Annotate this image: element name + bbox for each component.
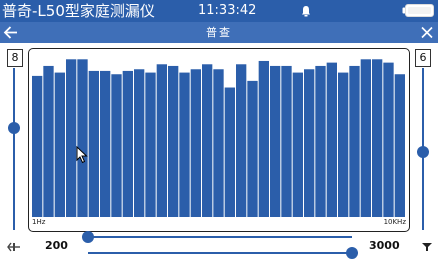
spectrum-bar [213, 69, 224, 217]
high-cutoff-slider[interactable] [88, 252, 352, 254]
spectrum-bar [236, 64, 247, 217]
status-bar: 普奇-L50型家庭测漏仪 11:33:42 [0, 0, 438, 22]
spectrum-bar [292, 72, 303, 217]
spectrum-bar [372, 59, 383, 217]
gain-slider-thumb[interactable] [8, 121, 20, 134]
range-low-label: 200 [45, 239, 68, 252]
spectrum-bar [88, 70, 99, 217]
freq-max-label: 10KHz [383, 218, 406, 226]
spectrum-panel: 1Hz 10KHz [28, 48, 410, 232]
spectrum-bar [43, 65, 54, 217]
range-high-label: 3000 [369, 239, 400, 252]
spectrum-bar [304, 69, 315, 217]
spectrum-bar [32, 75, 43, 218]
gain-value: 8 [7, 49, 23, 67]
spectrum-bar [111, 74, 122, 218]
volume-slider-thumb[interactable] [417, 146, 429, 159]
spectrum-bar [168, 65, 179, 217]
filter-icon [7, 242, 20, 252]
spectrum-bar [281, 65, 292, 217]
spectrum-bar [394, 74, 405, 218]
close-icon[interactable] [419, 25, 435, 40]
spectrum-bar [202, 64, 213, 217]
toolbar: 普查 [0, 22, 438, 43]
high-cutoff-thumb[interactable] [346, 247, 358, 259]
spectrum-bar [326, 62, 337, 218]
spectrum-bar [190, 69, 201, 217]
spectrum-bar [258, 60, 269, 218]
speaker-icon [422, 243, 432, 251]
low-cutoff-slider[interactable] [88, 236, 352, 238]
page-title: 普查 [206, 26, 232, 39]
low-cutoff-thumb[interactable] [82, 231, 94, 243]
app-title: 普奇-L50型家庭测漏仪 [2, 2, 155, 20]
gain-slider[interactable] [13, 68, 15, 230]
spectrum-bar [134, 69, 145, 217]
spectrum-bar [77, 59, 88, 217]
spectrum-bar [383, 62, 394, 218]
spectrum-bar [270, 65, 281, 217]
spectrum-bar [145, 72, 156, 217]
battery-icon [402, 4, 434, 17]
clock: 11:33:42 [198, 3, 257, 18]
spectrum-chart [32, 59, 405, 218]
freq-min-label: 1Hz [32, 218, 46, 226]
spectrum-bar [247, 80, 258, 217]
spectrum-bar [224, 87, 235, 217]
spectrum-bar [360, 59, 371, 217]
spectrum-bar [349, 65, 360, 217]
spectrum-bar [100, 70, 111, 217]
spectrum-bar [338, 72, 349, 217]
alarm-icon [302, 6, 310, 17]
spectrum-bar [179, 72, 190, 217]
spectrum-bar [54, 72, 65, 217]
spectrum-bar [66, 59, 77, 217]
spectrum-bar [122, 70, 133, 217]
volume-value: 6 [415, 49, 431, 67]
spectrum-bar [315, 65, 326, 217]
spectrum-bar [156, 64, 167, 217]
mouse-cursor-icon [76, 146, 88, 164]
